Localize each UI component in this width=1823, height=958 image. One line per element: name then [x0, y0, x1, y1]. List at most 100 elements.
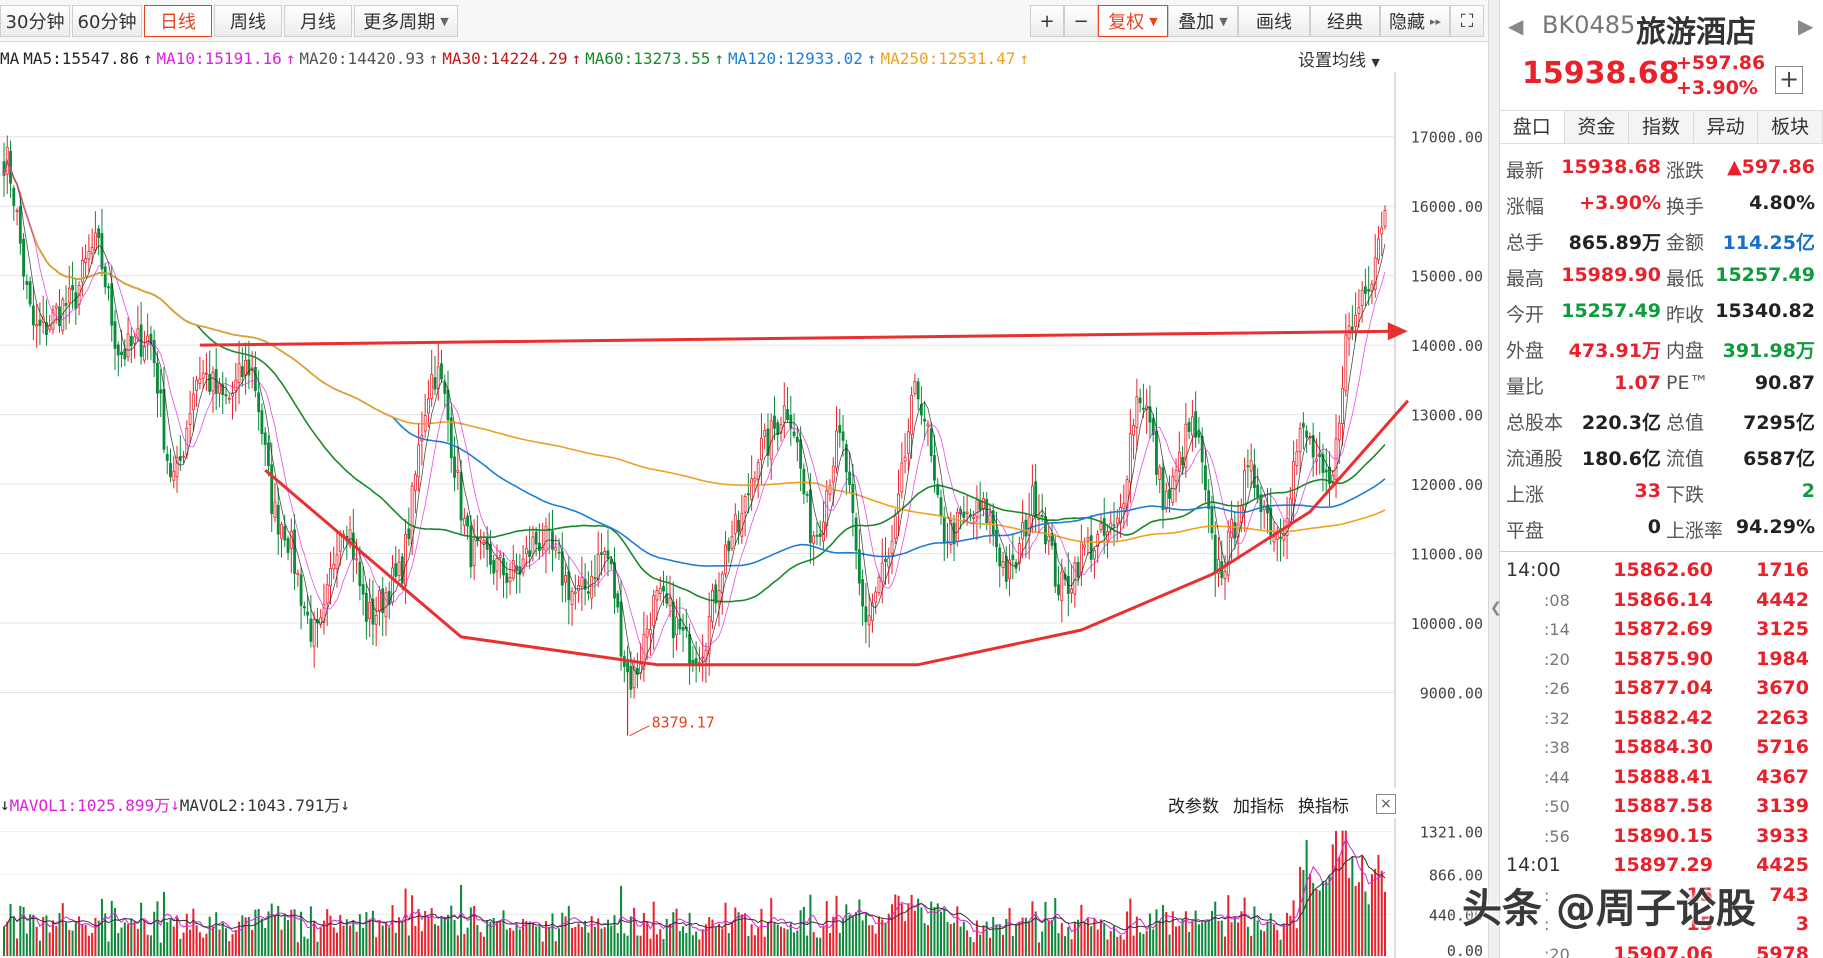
volume-bar[interactable]	[548, 927, 551, 956]
volume-bar[interactable]	[727, 933, 730, 956]
candle-body[interactable]	[554, 546, 558, 551]
candle-body[interactable]	[100, 233, 104, 270]
volume-bar[interactable]	[515, 923, 518, 956]
volume-bar[interactable]	[580, 927, 583, 956]
volume-bar[interactable]	[437, 925, 440, 956]
candle-body[interactable]	[335, 554, 339, 570]
volume-bar[interactable]	[453, 919, 456, 956]
candle-body[interactable]	[1350, 326, 1354, 331]
candle-body[interactable]	[413, 474, 417, 491]
volume-bar[interactable]	[146, 934, 149, 956]
volume-bar[interactable]	[1145, 931, 1148, 956]
candle-body[interactable]	[857, 549, 861, 584]
candle-body[interactable]	[67, 287, 71, 303]
volume-bar[interactable]	[234, 930, 237, 956]
candle-body[interactable]	[306, 611, 310, 616]
candle-body[interactable]	[975, 499, 979, 518]
candle-body[interactable]	[606, 550, 610, 560]
candle-body[interactable]	[1252, 464, 1256, 489]
candle-body[interactable]	[988, 514, 992, 523]
volume-bar[interactable]	[525, 921, 528, 956]
volume-bar[interactable]	[166, 922, 169, 956]
volume-bar[interactable]	[819, 937, 822, 956]
volume-bar[interactable]	[1380, 870, 1383, 956]
candle-body[interactable]	[456, 470, 460, 473]
fuquan-dropdown[interactable]: 复权 ▼	[1098, 5, 1168, 37]
candle-body[interactable]	[498, 554, 502, 559]
volume-bar[interactable]	[1175, 926, 1178, 956]
volume-bar[interactable]	[842, 918, 845, 956]
candle-body[interactable]	[162, 388, 166, 450]
volume-bar[interactable]	[469, 907, 472, 956]
volume-bar[interactable]	[502, 910, 505, 956]
candle-body[interactable]	[427, 398, 430, 414]
candle-body[interactable]	[312, 618, 316, 647]
volume-bar[interactable]	[358, 914, 361, 956]
volume-bar[interactable]	[1165, 911, 1168, 956]
volume-bar[interactable]	[443, 916, 446, 956]
candle-body[interactable]	[94, 232, 97, 251]
volume-bar[interactable]	[600, 928, 603, 956]
volume-bar[interactable]	[143, 920, 146, 956]
period-60min[interactable]: 60分钟	[72, 5, 142, 37]
candle-body[interactable]	[384, 592, 388, 618]
volume-bar[interactable]	[1096, 929, 1099, 956]
volume-bar[interactable]	[1148, 913, 1151, 956]
volume-bar[interactable]	[917, 898, 920, 956]
candle-body[interactable]	[1256, 484, 1260, 498]
volume-bar[interactable]	[326, 909, 329, 956]
volume-bar[interactable]	[1171, 911, 1174, 956]
candle-body[interactable]	[1155, 430, 1158, 475]
candle-body[interactable]	[1380, 227, 1384, 235]
candle-body[interactable]	[818, 533, 822, 537]
volume-bar[interactable]	[368, 919, 371, 956]
candle-body[interactable]	[678, 618, 682, 630]
volume-bar[interactable]	[16, 938, 19, 956]
volume-bar[interactable]	[731, 922, 734, 956]
candle-body[interactable]	[691, 659, 695, 664]
candle-body[interactable]	[982, 497, 985, 510]
volume-bar[interactable]	[894, 894, 897, 956]
candle-body[interactable]	[890, 540, 894, 554]
candle-body[interactable]	[760, 437, 763, 461]
candle-body[interactable]	[1187, 422, 1191, 432]
candle-body[interactable]	[1233, 521, 1237, 539]
volume-bar[interactable]	[355, 931, 358, 956]
volume-bar[interactable]	[391, 905, 394, 956]
volume-bar[interactable]	[920, 907, 923, 956]
candle-body[interactable]	[1057, 584, 1060, 596]
volume-bar[interactable]	[1233, 917, 1236, 956]
volume-bar[interactable]	[871, 925, 874, 956]
candle-body[interactable]	[1135, 396, 1139, 428]
candle-body[interactable]	[15, 210, 19, 212]
volume-bar[interactable]	[420, 931, 423, 956]
candle-body[interactable]	[662, 585, 665, 592]
volume-bar[interactable]	[1152, 929, 1155, 956]
candle-body[interactable]	[835, 430, 838, 469]
candle-body[interactable]	[1161, 467, 1165, 511]
volume-bar[interactable]	[1113, 926, 1116, 956]
candle-body[interactable]	[590, 575, 594, 599]
volume-bar[interactable]	[1335, 831, 1338, 956]
volume-bar[interactable]	[992, 917, 995, 956]
candle-body[interactable]	[1079, 541, 1083, 573]
candle-body[interactable]	[280, 524, 283, 539]
candle-body[interactable]	[531, 536, 535, 555]
candle-body[interactable]	[1213, 534, 1217, 574]
volume-bar[interactable]	[411, 895, 414, 956]
candle-body[interactable]	[208, 374, 212, 392]
candle-body[interactable]	[658, 587, 662, 594]
volume-bar[interactable]	[1259, 929, 1262, 956]
volume-bar[interactable]	[799, 910, 802, 956]
candle-body[interactable]	[1047, 535, 1051, 542]
candle-body[interactable]	[391, 567, 394, 603]
volume-bar[interactable]	[1344, 830, 1347, 956]
volume-bar[interactable]	[864, 913, 867, 956]
volume-bar[interactable]	[541, 941, 544, 956]
candle-body[interactable]	[97, 228, 101, 239]
volume-bar[interactable]	[2, 926, 6, 956]
candle-body[interactable]	[688, 633, 692, 665]
volume-bar[interactable]	[825, 901, 828, 956]
candle-body[interactable]	[1086, 537, 1090, 541]
candle-body[interactable]	[71, 284, 74, 291]
